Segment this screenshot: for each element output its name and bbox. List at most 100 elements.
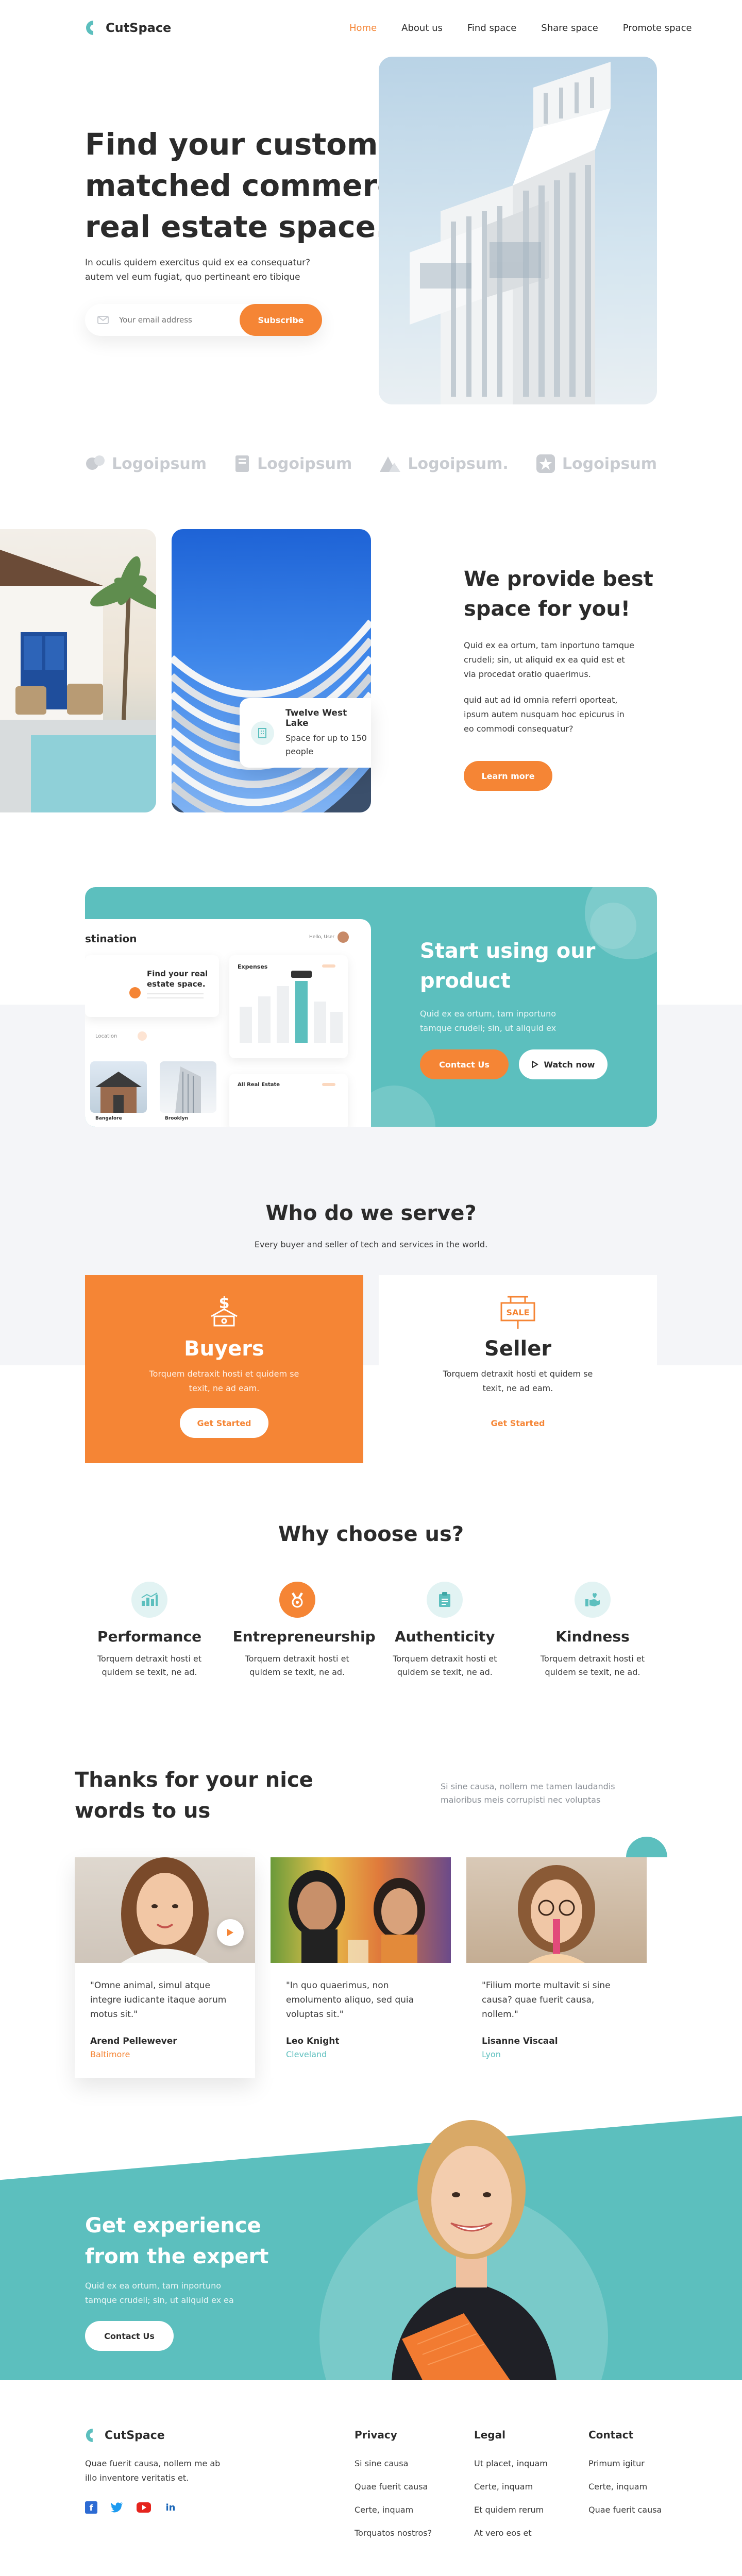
provide-title: We provide best space for you! [464, 564, 657, 624]
footer-link[interactable]: Certe, inquam [474, 2482, 548, 2492]
feature-performance: Performance Torquem detraxit hosti et qui… [85, 1582, 214, 1679]
expert-portrait [392, 2120, 556, 2380]
mock-avatar [338, 931, 349, 943]
footer-link[interactable]: Certe, inquam [355, 2505, 432, 2515]
nav-find-space[interactable]: Find space [467, 23, 516, 33]
mock-all-label: All Real Estate [238, 1082, 280, 1088]
feature-desc-line: quidem se texit, ne ad. [249, 1667, 345, 1677]
nav-share-space[interactable]: Share space [541, 23, 598, 33]
watch-now-button[interactable]: Watch now [519, 1049, 608, 1079]
quote-line: emolumento aliquo, sed quia [286, 1995, 414, 2005]
mock-bar [258, 996, 271, 1043]
buyers-desc-line: Torquem detraxit hosti et quidem se [149, 1369, 299, 1379]
quote-line: "Omne animal, simul atque [90, 1980, 210, 1991]
seller-get-started-button[interactable]: Get Started [474, 1408, 562, 1438]
provide-text-line: crudeli; sin, ut aliquid ex ea quid est … [464, 655, 625, 665]
brand-logo[interactable]: CutSpace [85, 20, 171, 36]
facebook-icon[interactable]: f [85, 2501, 97, 2514]
buyers-get-started-button[interactable]: Get Started [180, 1408, 268, 1438]
footer-link[interactable]: Si sine causa [355, 2459, 432, 2468]
feature-desc: Torquem detraxit hosti et quidem se texit… [233, 1652, 362, 1679]
linkedin-icon[interactable]: in [164, 2501, 177, 2514]
quote-line: nollem." [482, 2009, 518, 2020]
testimonial-photo [466, 1857, 647, 1963]
product-banner: stination Hello, User Find your real est… [85, 887, 657, 1127]
seller-title: Seller [484, 1337, 552, 1361]
learn-more-button[interactable]: Learn more [464, 761, 552, 791]
serve-title: Who do we serve? [265, 1201, 477, 1225]
feature-desc-line: quidem se texit, ne ad. [397, 1667, 493, 1677]
footer-col-privacy: Privacy Si sine causa Quae fuerit causa … [355, 2429, 432, 2551]
twitter-icon[interactable] [111, 2502, 123, 2513]
quote-line: causa? quae fuerit causa, [482, 1995, 595, 2005]
footer-link[interactable]: Torquatos nostros? [355, 2528, 432, 2538]
cutspace-logo-icon [86, 2429, 93, 2442]
feature-desc-line: Torquem detraxit hosti et [540, 1654, 645, 1664]
mail-icon [97, 316, 109, 324]
partner-logo: Logoipsum. [379, 453, 509, 474]
why-features: Performance Torquem detraxit hosti et qui… [85, 1582, 657, 1679]
why-title: Why choose us? [278, 1522, 464, 1546]
footer-about-line: illo inventore veritatis et. [85, 2473, 189, 2483]
subscribe-form: Subscribe [85, 304, 322, 336]
play-icon [227, 1929, 233, 1936]
nav-home[interactable]: Home [349, 23, 377, 33]
expert-contact-us-button[interactable]: Contact Us [85, 2321, 174, 2351]
provide-text-line: eo commodi consequatur? [464, 724, 574, 734]
testimonials-title-line: Thanks for your nice [75, 1768, 313, 1792]
youtube-icon[interactable] [137, 2502, 151, 2513]
logo-book-icon [235, 455, 249, 472]
provide-content: We provide best space for you! Quid ex e… [464, 564, 657, 791]
header: CutSpace Home About us Find space Share … [0, 0, 742, 57]
feature-desc-line: Torquem detraxit hosti et [245, 1654, 349, 1664]
feature-title: Kindness [555, 1628, 630, 1645]
footer-link[interactable]: Certe, inquam [588, 2482, 662, 2492]
clipboard-icon [427, 1582, 463, 1618]
testimonial-city: Cleveland [286, 2049, 327, 2059]
expert-section: Get experience from the expert Quid ex e… [0, 2102, 742, 2380]
play-video-button[interactable] [217, 1919, 244, 1946]
expert-title-line: from the expert [85, 2245, 269, 2268]
dashboard-mockup: stination Hello, User Find your real est… [85, 919, 371, 1127]
contact-us-button[interactable]: Contact Us [420, 1049, 509, 1079]
feature-title: Performance [97, 1628, 202, 1645]
subscribe-button[interactable]: Subscribe [240, 304, 322, 336]
footer-col-contact: Contact Primum igitur Certe, inquam Quae… [588, 2429, 662, 2528]
mock-tower-card [160, 1061, 216, 1113]
email-input[interactable] [119, 315, 222, 325]
partner-logo-text: Logoipsum [112, 454, 207, 473]
footer-link[interactable]: At vero eos et [474, 2528, 548, 2538]
logo-strip: Logoipsum Logoipsum Logoipsum. Logoipsum [85, 453, 657, 474]
footer-link[interactable]: Quae fuerit causa [355, 2482, 432, 2492]
mock-expenses-card: Expenses [229, 955, 348, 1058]
side-text-line: maioribus meis corrupisti nec voluptas [441, 1795, 601, 1805]
logo-circles-icon [86, 455, 105, 470]
mock-card-label: Brooklyn [165, 1116, 189, 1121]
footer-link[interactable]: Ut placet, inquam [474, 2459, 548, 2468]
expert-title: Get experience from the expert [85, 2210, 268, 2272]
logo-mountain-icon [380, 456, 401, 472]
testimonial-body: "Omne animal, simul atque integre iudica… [75, 1963, 255, 2078]
provide-paragraph: Quid ex ea ortum, tam inportuno tamque c… [464, 638, 657, 682]
mock-house-card [90, 1061, 147, 1113]
seller-desc-line: Torquem detraxit hosti et quidem se [443, 1369, 593, 1379]
footer-brand[interactable]: CutSpace [85, 2428, 165, 2443]
building-icon [251, 721, 274, 745]
mock-text-lines [147, 993, 204, 998]
sale-sign-icon: SALE [500, 1296, 535, 1329]
footer-link[interactable]: Primum igitur [588, 2459, 662, 2468]
nav-promote-space[interactable]: Promote space [623, 23, 692, 33]
buyers-title: Buyers [184, 1337, 264, 1361]
footer-link[interactable]: Quae fuerit causa [588, 2505, 662, 2515]
product-desc-line: Quid ex ea ortum, tam inportuno [420, 1009, 556, 1019]
mock-tag [322, 964, 335, 968]
feature-title: Authenticity [394, 1628, 495, 1645]
seller-desc-line: texit, ne ad eam. [482, 1383, 553, 1393]
mock-card-label: Bangalore [95, 1116, 122, 1121]
footer-link[interactable]: Et quidem rerum [474, 2505, 548, 2515]
hero-subtitle-line: autem vel eum fugiat, quo pertineant ero… [85, 272, 300, 282]
nav-about-us[interactable]: About us [401, 23, 443, 33]
logo-star-icon [536, 454, 555, 473]
buyers-desc: Torquem detraxit hosti et quidem se texi… [85, 1367, 363, 1396]
quote-line: "In quo quaerimus, non [286, 1980, 389, 1991]
